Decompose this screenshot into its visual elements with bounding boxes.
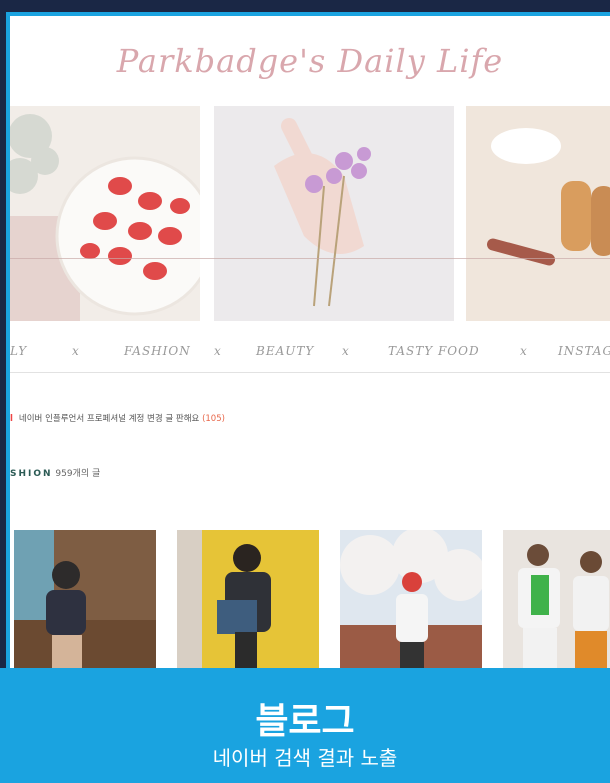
menu-separator: x: [342, 344, 350, 358]
post-thumbnail[interactable]: [503, 530, 610, 668]
photo-eclairs[interactable]: [466, 106, 610, 321]
blog-screenshot: Parkbadge's Daily Life LY x FASHION x BE…: [6, 12, 610, 668]
menu-separator: x: [214, 344, 222, 358]
menu-item-daily[interactable]: LY: [10, 344, 27, 358]
caption-banner: 블로그 네이버 검색 결과 노출: [0, 668, 610, 783]
category-name[interactable]: SHION: [10, 469, 53, 479]
banner-subtitle: 네이버 검색 결과 노출: [212, 746, 398, 770]
blog-title[interactable]: Parkbadge's Daily Life: [10, 42, 610, 80]
menu-item-beauty[interactable]: BEAUTY: [256, 344, 314, 358]
menu-item-tasty-food[interactable]: TASTY FOOD: [388, 344, 480, 358]
menu-separator: x: [520, 344, 528, 358]
post-count: 959개의 글: [55, 469, 101, 479]
notice-text[interactable]: 네이버 인플루언서 프로페셔널 계정 변경 글 판해요: [19, 414, 199, 424]
comment-count: (105): [202, 414, 225, 424]
menu-separator: x: [72, 344, 80, 358]
photo-strawberry-milk[interactable]: [10, 106, 200, 321]
post-thumbnail[interactable]: [14, 530, 156, 668]
category-header: SHION 959개의 글: [10, 466, 100, 479]
category-menu: LY x FASHION x BEAUTY x TASTY FOOD x INS…: [10, 336, 610, 373]
decorative-line: [10, 258, 610, 259]
menu-item-instagram[interactable]: INSTAGRA: [558, 344, 610, 358]
notice-mark: l: [10, 414, 13, 424]
photo-dried-flowers[interactable]: [214, 106, 454, 321]
post-thumbnail[interactable]: [177, 530, 319, 668]
post-thumbnail[interactable]: [340, 530, 482, 668]
banner-title: 블로그: [255, 701, 355, 742]
menu-item-fashion[interactable]: FASHION: [124, 344, 191, 358]
notice-post[interactable]: l 네이버 인플루언서 프로페셔널 계정 변경 글 판해요 (105): [10, 412, 225, 424]
